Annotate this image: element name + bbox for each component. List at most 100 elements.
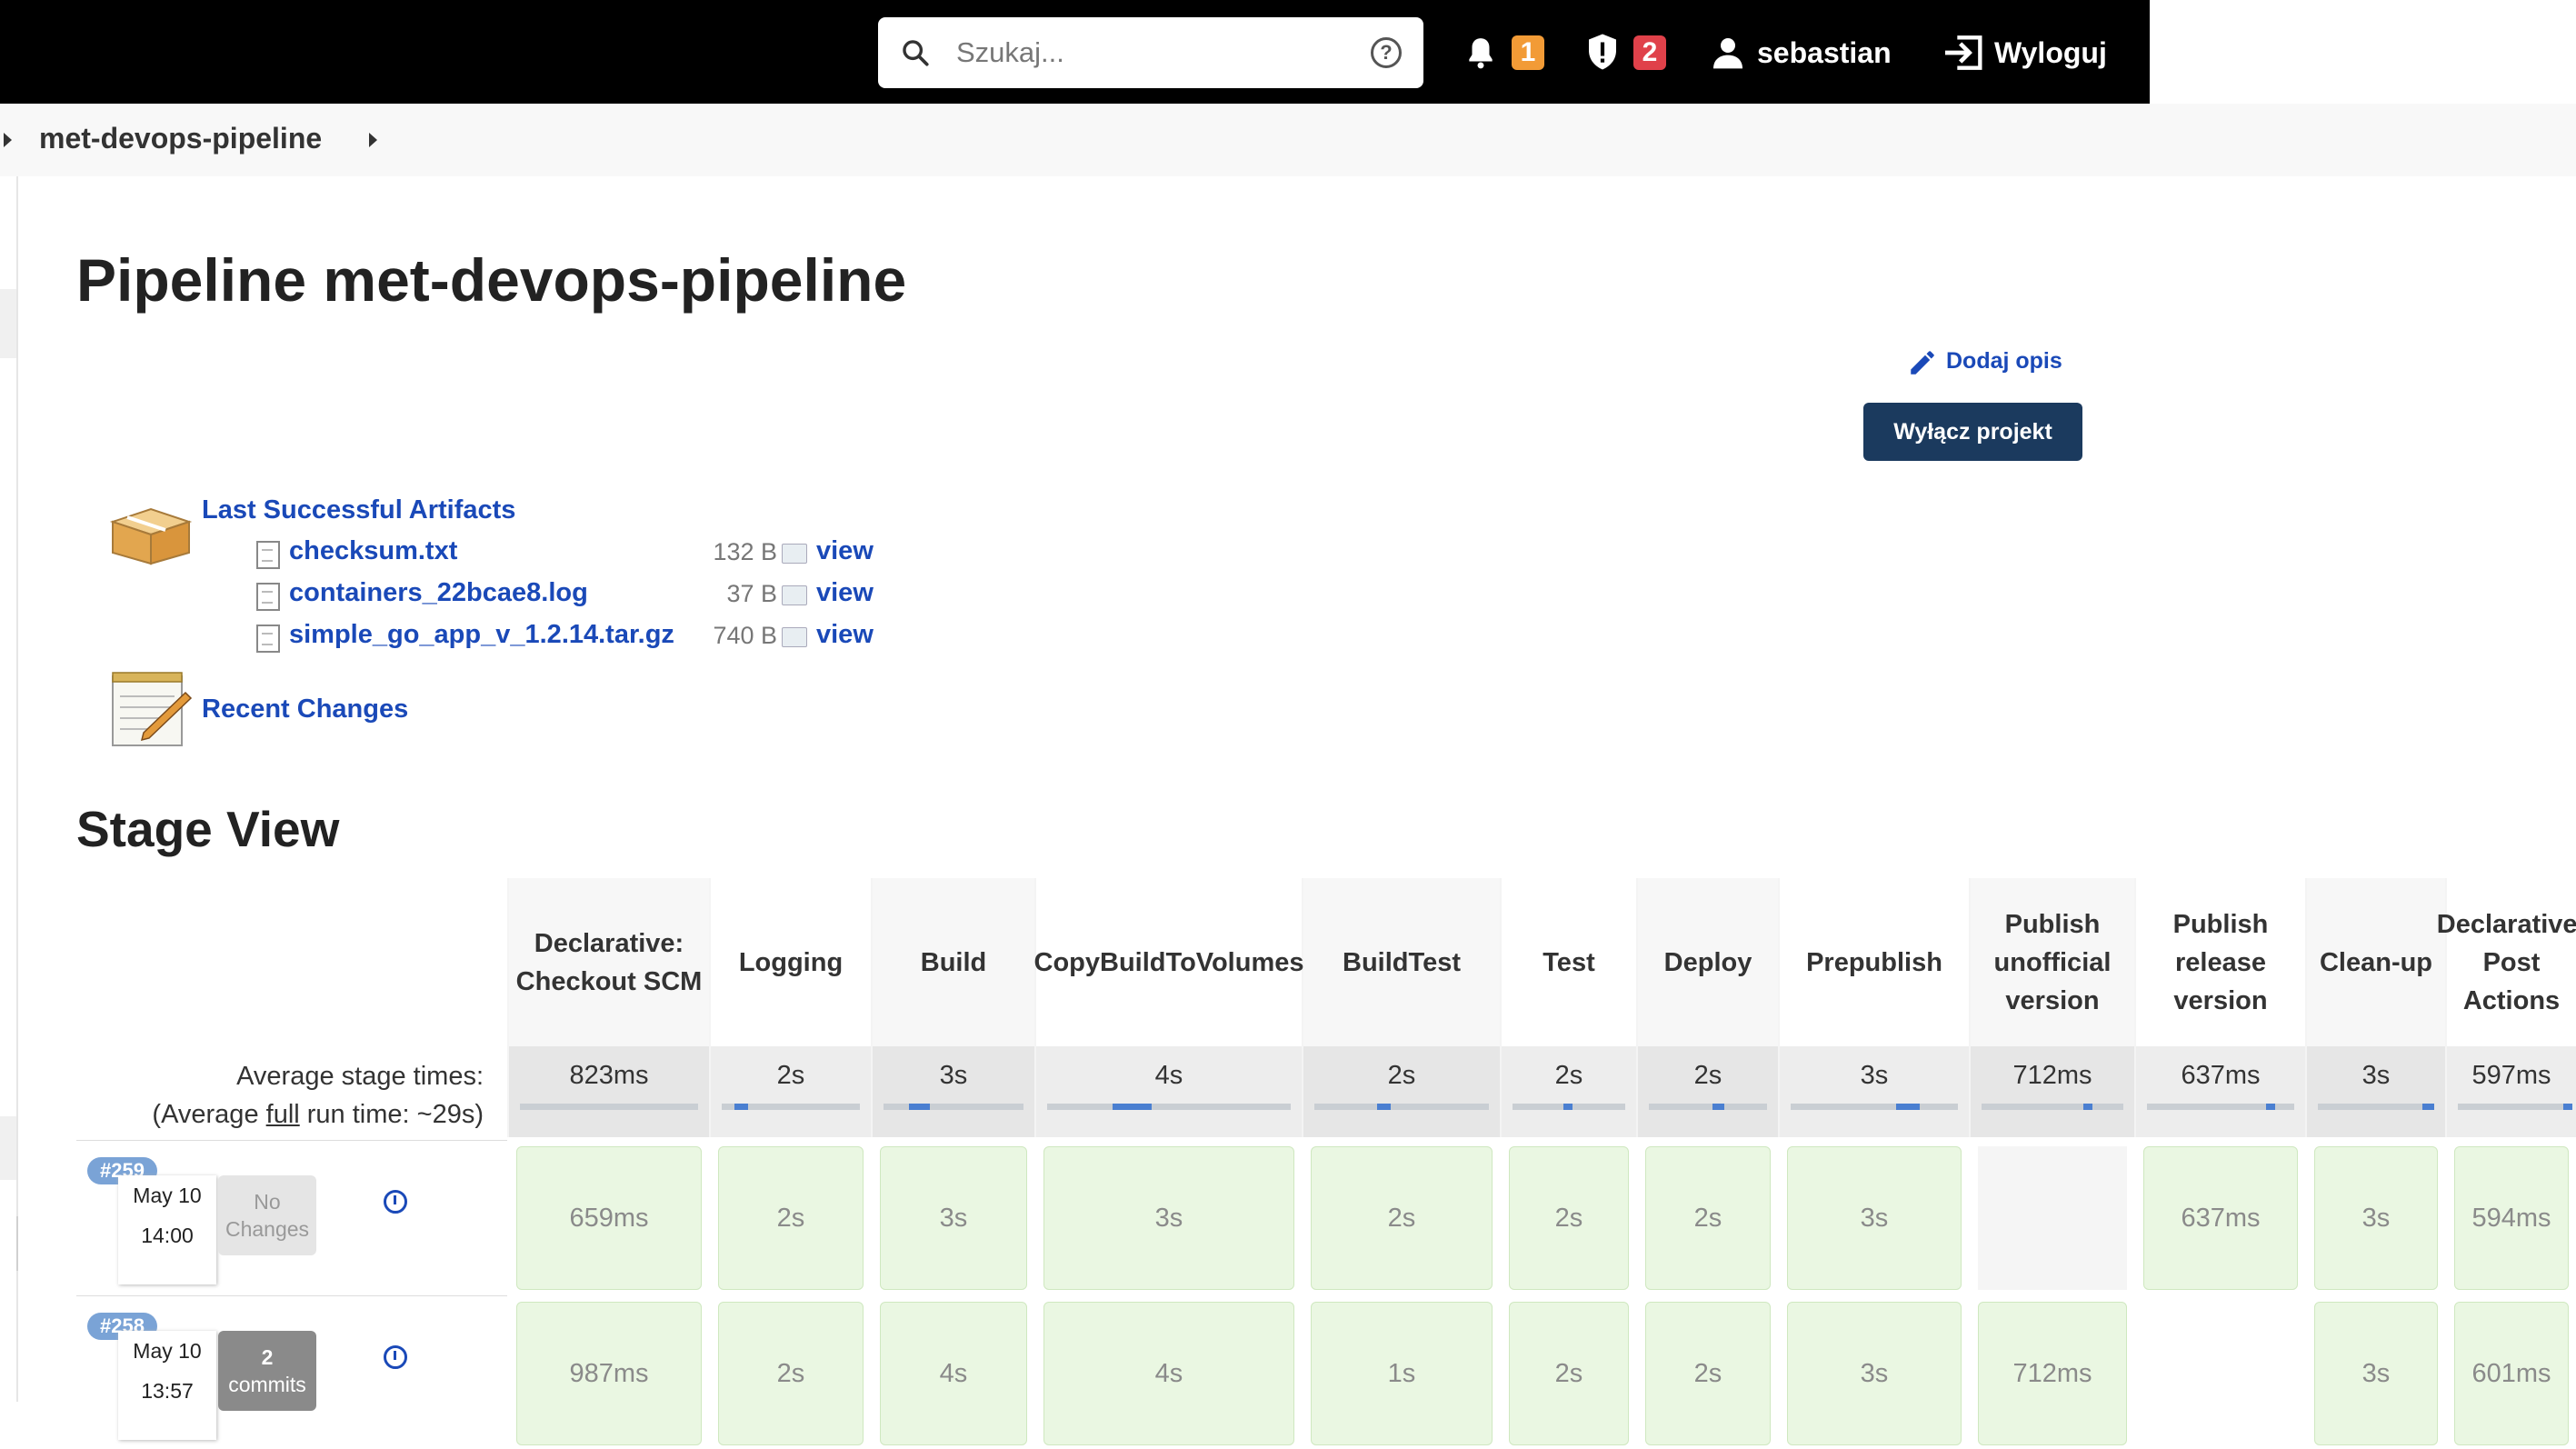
search-box[interactable]: ? <box>878 17 1423 88</box>
stage-result-cell[interactable]: 3s <box>880 1146 1027 1290</box>
stage-result-cell[interactable]: 2s <box>1509 1302 1629 1445</box>
stage-result-cell[interactable]: 3s <box>1043 1146 1294 1290</box>
stage-result-cell[interactable]: 601ms <box>2454 1302 2569 1445</box>
bell-icon[interactable] <box>1463 35 1498 71</box>
side-panel-fragment <box>0 1116 16 1180</box>
add-description-link[interactable]: Dodaj opis <box>1946 348 2062 375</box>
shield-icon[interactable] <box>1586 33 1619 71</box>
artifact-row: checksum.txt 132 B view <box>255 535 927 571</box>
artifact-size: 740 B <box>713 622 777 649</box>
stage-header: Publish unofficial version <box>1971 878 2134 1046</box>
build-date-day: May 10 <box>133 1339 202 1363</box>
stage-header: CopyBuildToVolumes <box>1034 878 1304 1046</box>
stage-progress-track <box>722 1104 860 1110</box>
stage-progress-track <box>1047 1104 1291 1110</box>
notifications-badge[interactable]: 1 <box>1512 35 1544 70</box>
security-badge[interactable]: 2 <box>1633 35 1666 70</box>
stage-average-time: 3s <box>1780 1046 1969 1137</box>
stage-result-cell[interactable]: 594ms <box>2454 1146 2569 1290</box>
artifact-row: containers_22bcae8.log 37 B view <box>255 576 927 613</box>
stage-header: Publish release version <box>2136 878 2305 1046</box>
stage-result-cell[interactable]: 3s <box>2314 1146 2438 1290</box>
notepad-icon <box>112 672 193 746</box>
build-changes-label: Changes <box>225 1217 310 1241</box>
stage-result-cell[interactable]: 3s <box>1787 1146 1962 1290</box>
stage-average-value: 597ms <box>2471 1061 2551 1090</box>
stage-average-time: 2s <box>711 1046 871 1137</box>
stage-result-cell[interactable] <box>2143 1302 2298 1445</box>
view-file-icon[interactable] <box>782 544 807 564</box>
package-box-icon <box>109 507 193 565</box>
artifact-size: 132 B <box>713 538 777 565</box>
stage-result-cell[interactable]: 4s <box>1043 1302 1294 1445</box>
build-changes[interactable]: 2 commits <box>218 1331 316 1411</box>
stage-result-cell[interactable]: 3s <box>2314 1302 2438 1445</box>
stage-result-cell[interactable]: 3s <box>1787 1302 1962 1445</box>
user-link[interactable]: sebastian <box>1757 33 1892 73</box>
search-input[interactable] <box>954 32 1322 74</box>
recent-changes-link[interactable]: Recent Changes <box>202 695 408 724</box>
stage-result-cell[interactable]: 659ms <box>516 1146 702 1290</box>
stage-result-cell[interactable]: 637ms <box>2143 1146 2298 1290</box>
stage-result-cell[interactable]: 712ms <box>1978 1302 2127 1445</box>
artifact-file-link[interactable]: simple_go_app_v_1.2.14.tar.gz <box>289 620 674 650</box>
stage-progress-track <box>884 1104 1023 1110</box>
artifact-view-link[interactable]: view <box>816 578 874 608</box>
stage-result-cell[interactable]: 4s <box>880 1302 1027 1445</box>
download-icon[interactable] <box>384 1190 407 1214</box>
stage-average-time: 823ms <box>509 1046 709 1137</box>
disable-project-button[interactable]: Wyłącz projekt <box>1863 403 2082 461</box>
stage-result-cell[interactable]: 2s <box>718 1146 864 1290</box>
logout-icon[interactable] <box>1943 35 1983 71</box>
stage-result-cell[interactable]: 2s <box>718 1302 864 1445</box>
download-icon[interactable] <box>384 1345 407 1369</box>
artifact-file-link[interactable]: containers_22bcae8.log <box>289 578 588 608</box>
stage-result-cell[interactable]: 2s <box>1311 1146 1493 1290</box>
stage-progress-track <box>2147 1104 2294 1110</box>
stage-header: Declarative: Post Actions <box>2437 878 2576 1046</box>
stage-average-value: 2s <box>1554 1061 1583 1090</box>
stage-result-cell[interactable]: 2s <box>1509 1146 1629 1290</box>
help-icon[interactable]: ? <box>1371 37 1402 68</box>
build-date-day: May 10 <box>133 1184 202 1207</box>
stage-progress-track <box>2458 1104 2572 1110</box>
stage-progress-fill <box>734 1104 748 1110</box>
stage-result-cell[interactable]: 2s <box>1645 1146 1771 1290</box>
pencil-icon[interactable] <box>1907 347 1938 378</box>
stage-result-cell[interactable]: 2s <box>1645 1302 1771 1445</box>
stage-progress-fill <box>908 1104 930 1110</box>
stage-progress-fill <box>2422 1104 2434 1110</box>
build-date-time: 13:57 <box>141 1379 194 1403</box>
user-icon <box>1713 38 1742 69</box>
stage-average-time: 3s <box>2307 1046 2445 1137</box>
last-successful-artifacts-link[interactable]: Last Successful Artifacts <box>202 495 515 525</box>
full-run-time-link[interactable]: full <box>266 1100 300 1129</box>
build-changes-label: commits <box>228 1373 306 1396</box>
build-run-info: #258 May 10 13:57 2 commits <box>76 1295 507 1449</box>
stage-average-value: 3s <box>2361 1061 2391 1090</box>
stage-progress-track <box>1982 1104 2123 1110</box>
artifact-view-link[interactable]: view <box>816 536 874 566</box>
stage-average-time: 4s <box>1036 1046 1302 1137</box>
breadcrumb-dropdown-icon[interactable] <box>369 133 377 147</box>
stage-average-time: 2s <box>1502 1046 1636 1137</box>
artifact-view-link[interactable]: view <box>816 620 874 650</box>
view-file-icon[interactable] <box>782 627 807 647</box>
document-icon <box>256 541 280 569</box>
stage-header: Logging <box>711 878 871 1046</box>
logout-link[interactable]: Wyloguj <box>1994 33 2107 73</box>
side-panel-fragment <box>0 289 16 358</box>
stage-average-value: 3s <box>1860 1061 1889 1090</box>
stage-result-cell[interactable] <box>1978 1146 2127 1290</box>
stage-header: BuildTest <box>1303 878 1500 1046</box>
stage-header: Prepublish <box>1780 878 1969 1046</box>
stage-result-cell[interactable]: 1s <box>1311 1302 1493 1445</box>
stage-header: Build <box>873 878 1034 1046</box>
build-changes-count: No <box>254 1190 281 1214</box>
view-file-icon[interactable] <box>782 585 807 605</box>
build-date-time: 14:00 <box>141 1224 194 1247</box>
stage-progress-fill <box>1377 1104 1392 1110</box>
artifact-file-link[interactable]: checksum.txt <box>289 536 457 566</box>
breadcrumb-project-link[interactable]: met-devops-pipeline <box>39 122 322 155</box>
stage-result-cell[interactable]: 987ms <box>516 1302 702 1445</box>
